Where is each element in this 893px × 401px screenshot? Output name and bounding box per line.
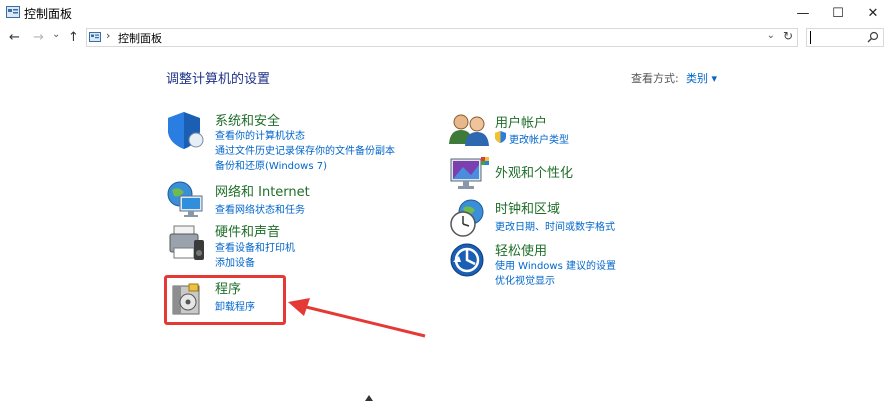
title-bar: 控制面板 — ☐ ✕ — [0, 0, 893, 26]
link-backup-restore[interactable]: 备份和还原(Windows 7) — [215, 157, 327, 172]
link-change-date-time-format[interactable]: 更改日期、时间或数字格式 — [495, 218, 615, 233]
globe-network-icon — [167, 181, 203, 217]
address-bar[interactable]: › 控制面板 ⌄ ↻ — [86, 28, 798, 47]
ease-of-access-icon — [450, 243, 484, 277]
minimize-button[interactable]: — — [783, 0, 823, 26]
link-optimize-visual-display[interactable]: 优化视觉显示 — [495, 272, 555, 287]
control-panel-icon — [89, 32, 101, 42]
text-caret — [810, 31, 811, 44]
link-add-device[interactable]: 添加设备 — [215, 254, 255, 269]
control-panel-icon — [6, 6, 20, 18]
link-view-computer-status[interactable]: 查看你的计算机状态 — [215, 127, 305, 142]
category-appearance-personalization[interactable]: 外观和个性化 — [495, 162, 573, 181]
uac-shield-icon — [495, 131, 506, 143]
clock-globe-icon — [450, 199, 484, 237]
monitor-palette-icon — [450, 157, 489, 189]
search-input[interactable] — [806, 28, 884, 47]
users-icon — [449, 114, 489, 146]
up-button[interactable]: ↑ — [68, 30, 79, 45]
page-title: 调整计算机的设置 — [166, 72, 271, 87]
link-change-account-type[interactable]: 更改帐户类型 — [509, 131, 569, 146]
category-user-accounts[interactable]: 用户帐户 — [495, 112, 547, 131]
category-hardware-sound[interactable]: 硬件和声音 — [215, 221, 280, 240]
breadcrumb-separator: › — [106, 29, 111, 42]
highlight-box — [164, 275, 286, 325]
shield-icon — [168, 112, 204, 149]
recent-locations-dropdown[interactable]: ⌄ — [52, 29, 60, 40]
breadcrumb[interactable]: 控制面板 — [118, 30, 162, 46]
address-dropdown-button[interactable]: ⌄ — [767, 30, 775, 41]
link-use-recommended-settings[interactable]: 使用 Windows 建议的设置 — [495, 257, 616, 272]
annotation-arrow-icon — [288, 298, 426, 338]
printer-speaker-icon — [169, 225, 204, 260]
search-icon[interactable] — [867, 31, 879, 43]
back-button[interactable]: ← — [9, 30, 20, 45]
category-network-internet[interactable]: 网络和 Internet — [215, 181, 310, 200]
mouse-cursor-icon — [365, 395, 373, 401]
view-by-dropdown[interactable]: 类别 ▾ — [686, 70, 717, 86]
window-title: 控制面板 — [24, 7, 73, 21]
close-button[interactable]: ✕ — [853, 0, 893, 26]
link-file-history-backup[interactable]: 通过文件历史记录保存你的文件备份副本 — [215, 142, 395, 157]
maximize-button[interactable]: ☐ — [818, 0, 858, 26]
category-clock-region[interactable]: 时钟和区域 — [495, 198, 560, 217]
view-by-label: 查看方式: — [631, 72, 679, 85]
link-view-network-status[interactable]: 查看网络状态和任务 — [215, 201, 305, 216]
refresh-button[interactable]: ↻ — [783, 29, 793, 43]
link-devices-printers[interactable]: 查看设备和打印机 — [215, 239, 295, 254]
forward-button[interactable]: → — [33, 30, 44, 45]
